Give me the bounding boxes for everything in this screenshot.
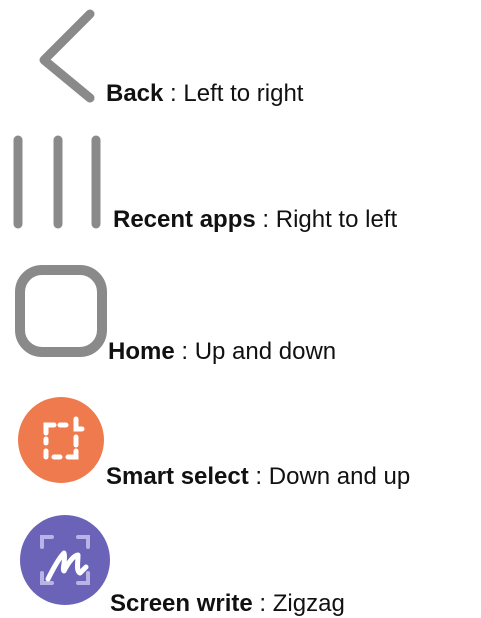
home-icon — [15, 265, 107, 357]
gesture-description: Zigzag — [272, 590, 345, 617]
gesture-separator: : — [252, 590, 273, 617]
gesture-item-smart-select: Smart select : Down and up — [0, 385, 481, 505]
gesture-name: Smart select — [106, 463, 249, 490]
back-chevron-icon — [39, 9, 95, 103]
gesture-item-home: Home : Up and down — [0, 250, 481, 385]
gesture-item-recent-apps: Recent apps : Right to left — [0, 120, 481, 250]
gesture-label-home: Home : Up and down — [108, 338, 336, 366]
gesture-item-back: Back : Left to right — [0, 0, 481, 120]
gesture-separator: : — [255, 206, 276, 233]
gesture-separator: : — [248, 463, 269, 490]
gesture-separator: : — [174, 338, 195, 365]
screen-write-icon — [20, 515, 110, 605]
gesture-description: Right to left — [275, 206, 398, 233]
recent-apps-icon — [13, 135, 101, 229]
gesture-name: Recent apps — [113, 206, 256, 233]
gesture-name: Screen write — [110, 590, 253, 617]
gesture-description: Up and down — [194, 338, 337, 365]
smart-select-icon — [18, 397, 104, 483]
gesture-description: Down and up — [268, 463, 411, 490]
gesture-label-back: Back : Left to right — [106, 80, 303, 108]
gesture-description: Left to right — [183, 80, 304, 107]
gesture-separator: : — [163, 80, 184, 107]
gesture-label-smart-select: Smart select : Down and up — [106, 463, 410, 491]
gesture-label-recent-apps: Recent apps : Right to left — [113, 206, 397, 234]
gesture-item-screen-write: Screen write : Zigzag — [0, 505, 481, 618]
gesture-label-screen-write: Screen write : Zigzag — [110, 590, 345, 618]
gesture-name: Home — [108, 338, 175, 365]
gesture-name: Back — [106, 80, 164, 107]
